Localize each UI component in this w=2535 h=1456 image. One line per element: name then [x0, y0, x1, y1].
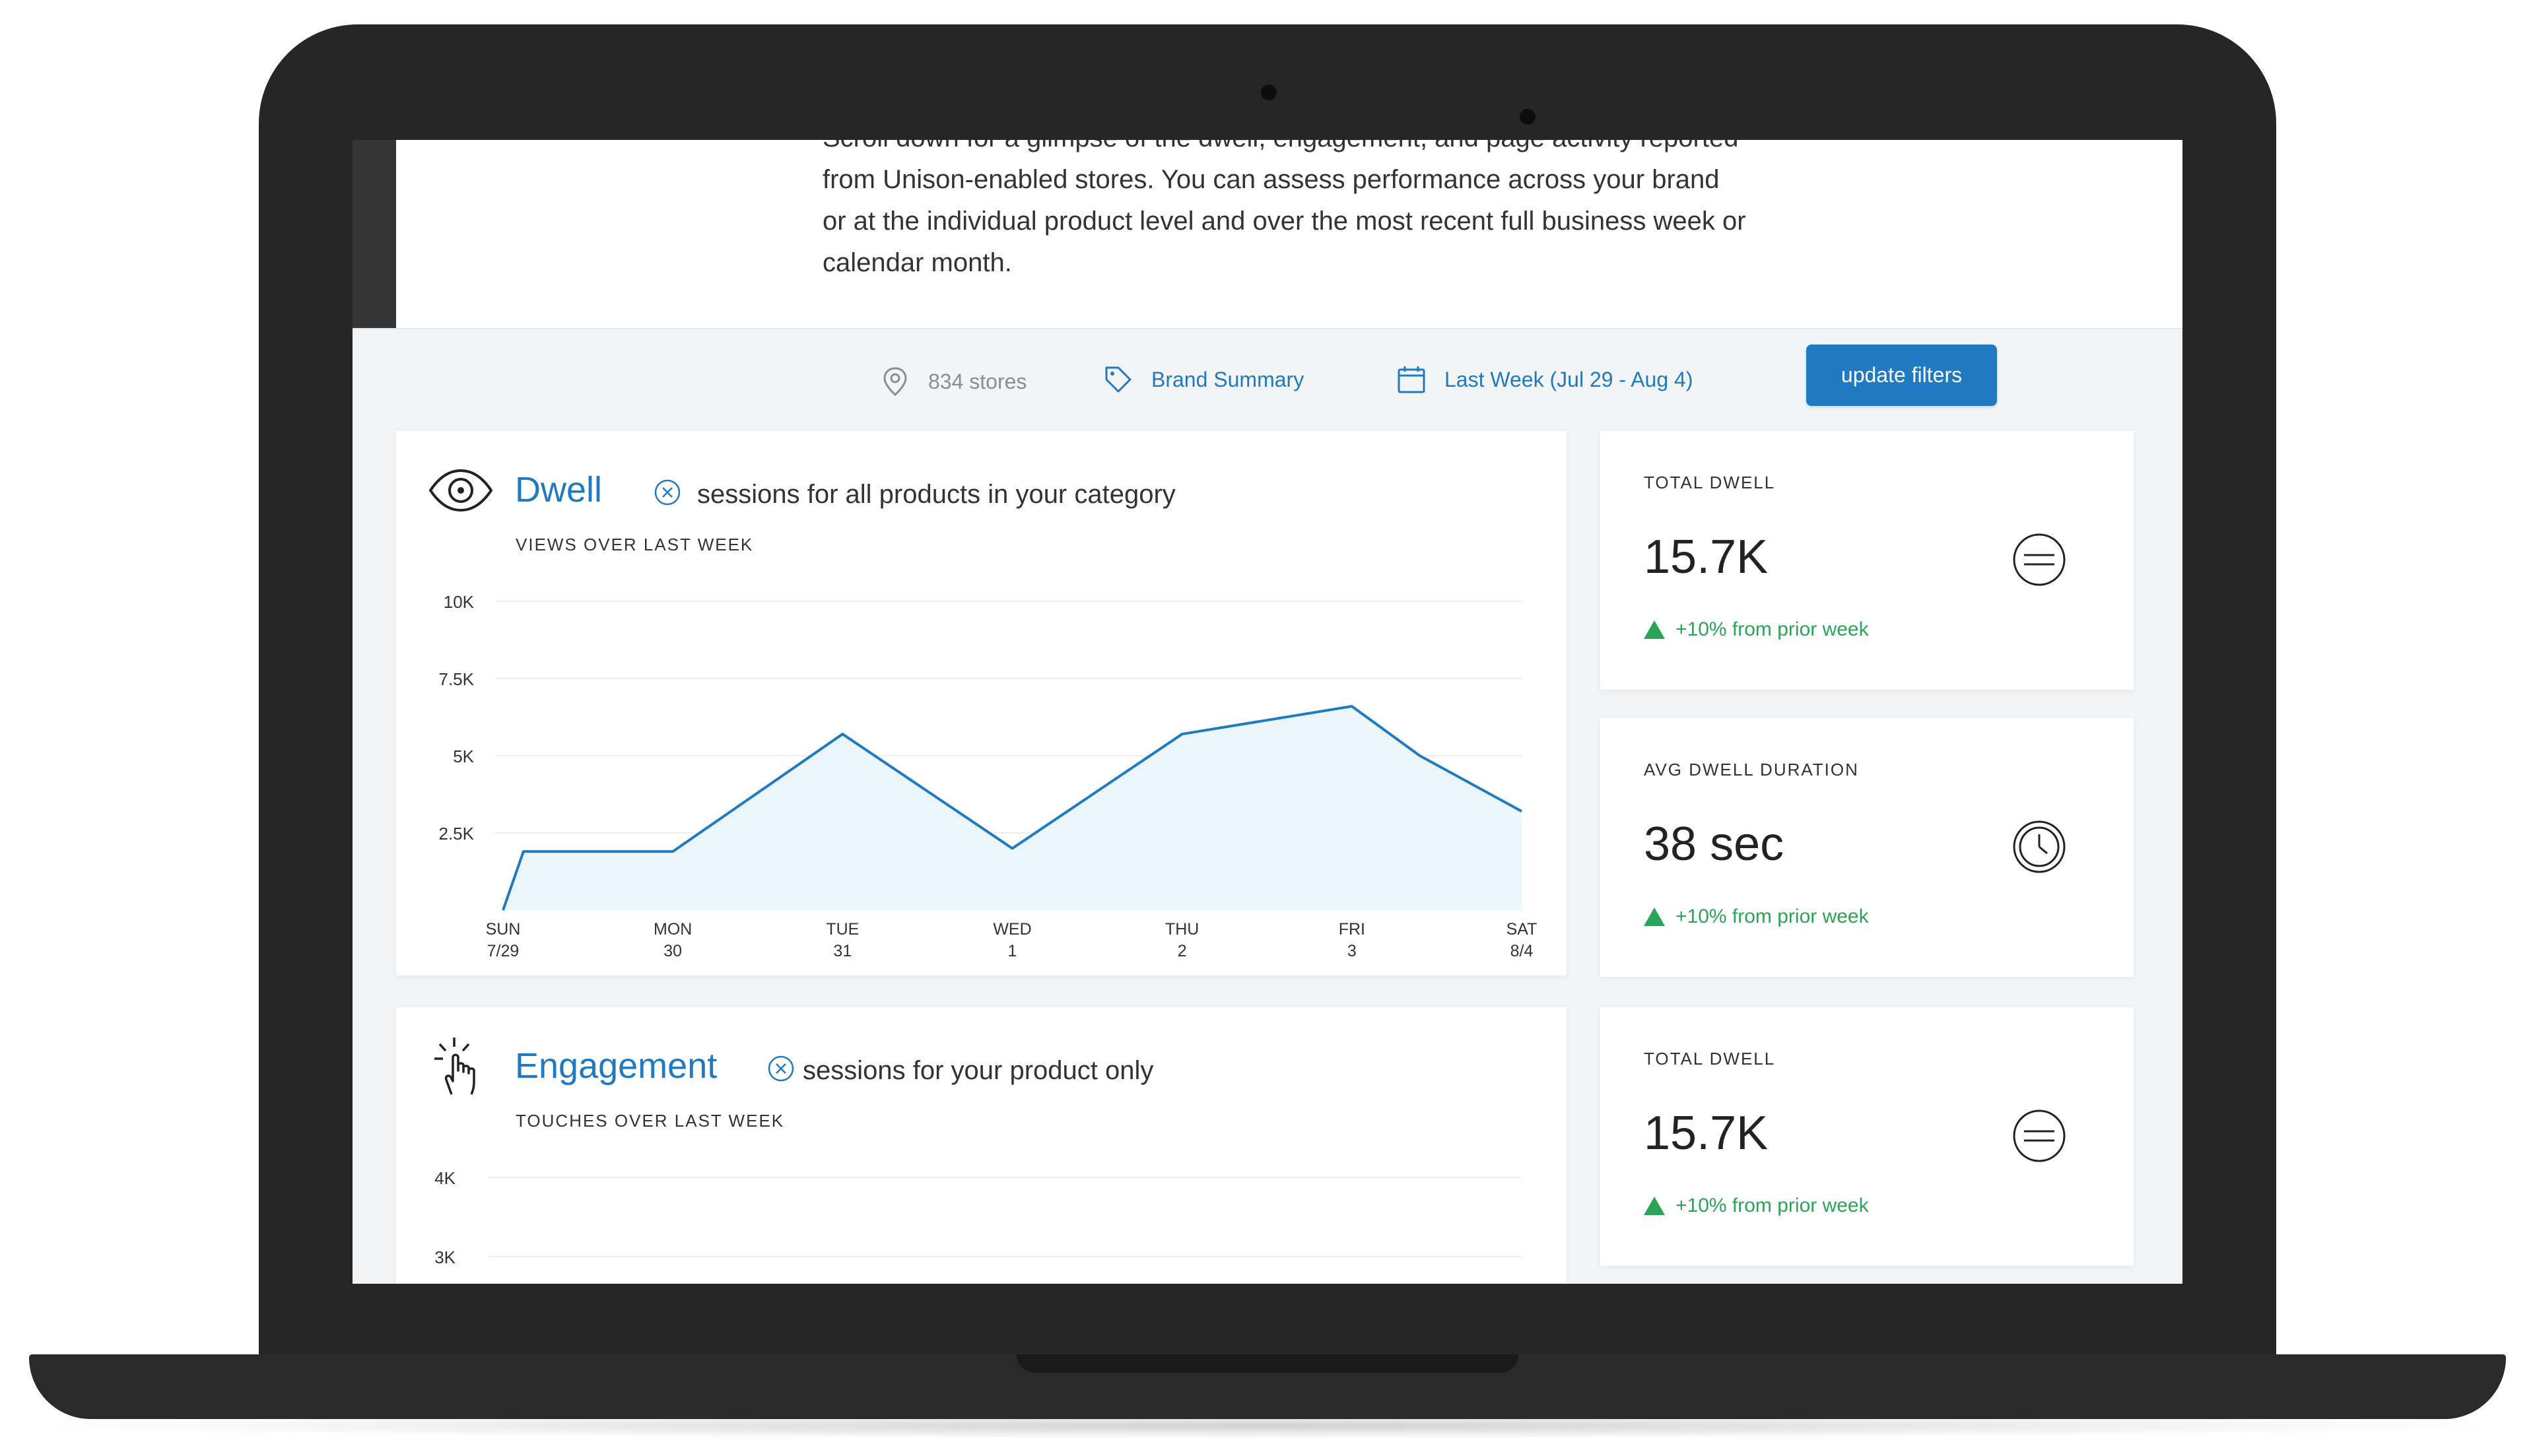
- equals-circle-icon: [2013, 533, 2066, 586]
- stat-change-text: +10% from prior week: [1675, 618, 1869, 640]
- y-tick-label: 7.5K: [439, 669, 475, 689]
- tag-icon: [1102, 364, 1134, 395]
- intro-text: Scroll down for a glimpse of the dwell, …: [823, 140, 1746, 277]
- stat-card-total-dwell-2: TOTAL DWELL 15.7K +10% from prior week: [1600, 1007, 2134, 1266]
- camera: [1520, 109, 1536, 125]
- x-tick-label: SAT: [1506, 920, 1538, 939]
- x-tick-date: 1: [1008, 942, 1017, 960]
- x-tick-label: FRI: [1339, 920, 1365, 939]
- up-triangle-icon: [1644, 908, 1665, 926]
- intro-section: Scroll down for a glimpse of the dwell, …: [353, 140, 2182, 329]
- stat-card-total-dwell: TOTAL DWELL 15.7K +10% from prior week: [1600, 431, 2134, 690]
- x-tick-label: SUN: [486, 920, 521, 939]
- series-area: [503, 706, 1522, 910]
- up-triangle-icon: [1644, 1197, 1665, 1215]
- stat-label: TOTAL DWELL: [1644, 1049, 1776, 1069]
- stat-change: +10% from prior week: [1644, 618, 1869, 641]
- x-tick-label: MON: [654, 920, 692, 939]
- date-filter[interactable]: Last Week (Jul 29 - Aug 4): [1396, 364, 1693, 395]
- map-pin-icon: [879, 366, 911, 397]
- stat-change-text: +10% from prior week: [1675, 1195, 1869, 1216]
- y-tick-label: 5K: [453, 746, 474, 766]
- calendar-icon: [1396, 364, 1427, 395]
- stat-value: 15.7K: [1644, 1107, 1769, 1160]
- stat-value: 15.7K: [1644, 531, 1769, 583]
- stat-value: 38 sec: [1644, 818, 1784, 871]
- date-label: Last Week (Jul 29 - Aug 4): [1444, 367, 1693, 391]
- equals-circle-icon: [2013, 1109, 2066, 1162]
- clock-icon: [2013, 820, 2066, 873]
- stores-filter[interactable]: 834 stores: [879, 366, 1027, 397]
- up-triangle-icon: [1644, 620, 1665, 639]
- stat-change: +10% from prior week: [1644, 906, 1869, 928]
- update-filters-button[interactable]: update filters: [1806, 345, 1997, 406]
- x-tick-date: 2: [1178, 942, 1187, 960]
- y-tick-label: 2.5K: [439, 824, 475, 844]
- stat-label: AVG DWELL DURATION: [1644, 760, 1859, 779]
- laptop-notch: [1017, 1354, 1518, 1373]
- screen: Scroll down for a glimpse of the dwell, …: [353, 140, 2182, 1284]
- x-tick-label: WED: [993, 920, 1031, 939]
- x-tick-label: THU: [1165, 920, 1199, 939]
- x-tick-date: 31: [833, 942, 852, 960]
- x-tick-date: 3: [1347, 942, 1357, 960]
- brand-filter[interactable]: Brand Summary: [1102, 364, 1304, 395]
- x-tick-label: TUE: [826, 920, 859, 939]
- engagement-card: Engagement sessions for your product onl…: [396, 1007, 1567, 1284]
- stat-change: +10% from prior week: [1644, 1195, 1869, 1217]
- brand-label: Brand Summary: [1151, 367, 1304, 391]
- dwell-chart: 10K 7.5K 5K 2.5K SUN 7/29 MON 30 TUE 31 WED 1 THU 2 FR…: [439, 592, 1538, 960]
- engagement-chart: 4K 3K: [434, 1168, 1522, 1267]
- y-tick-label: 4K: [434, 1168, 456, 1188]
- x-tick-date: 30: [663, 942, 682, 960]
- x-tick-date: 7/29: [487, 942, 520, 960]
- y-tick-label: 10K: [444, 592, 475, 612]
- camera-lens: [1261, 84, 1277, 100]
- y-tick-label: 3K: [434, 1247, 456, 1267]
- stat-change-text: +10% from prior week: [1675, 906, 1869, 927]
- dwell-card: Dwell sessions for all products in your …: [396, 431, 1567, 976]
- stores-label: 834 stores: [928, 369, 1027, 393]
- stat-label: TOTAL DWELL: [1644, 473, 1776, 492]
- x-tick-date: 8/4: [1510, 942, 1534, 960]
- sidebar-strip: [353, 140, 396, 328]
- stat-card-avg-dwell-duration: AVG DWELL DURATION 38 sec +10% from prio…: [1600, 718, 2134, 977]
